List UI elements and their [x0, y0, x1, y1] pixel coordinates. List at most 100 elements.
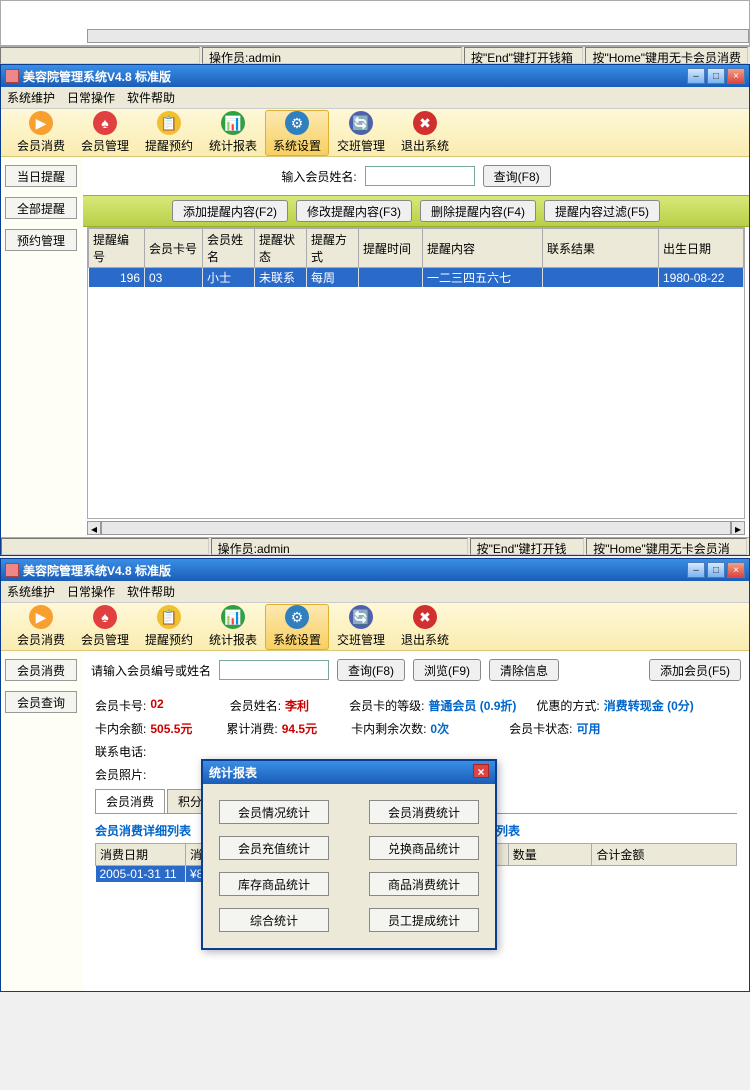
toolbar: ▶会员消费 ♠会员管理 📋提醒预约 📊统计报表 ⚙系统设置 🔄交班管理 ✖退出系… [1, 109, 749, 157]
remind-table[interactable]: 提醒编号 会员卡号 会员姓名 提醒状态 提醒方式 提醒时间 提醒内容 联系结果 … [87, 227, 745, 519]
menu-daily[interactable]: 日常操作 [67, 583, 115, 600]
close-button[interactable]: × [727, 562, 745, 578]
menu-system[interactable]: 系统维护 [7, 583, 55, 600]
tool-shift[interactable]: 🔄交班管理 [329, 110, 393, 156]
query-button[interactable]: 查询(F8) [483, 165, 551, 187]
side-today-remind[interactable]: 当日提醒 [5, 165, 77, 187]
action-bar: 添加提醒内容(F2) 修改提醒内容(F3) 删除提醒内容(F4) 提醒内容过滤(… [83, 195, 749, 227]
col-name[interactable]: 会员姓名 [203, 229, 255, 268]
hscroll-track[interactable] [101, 521, 731, 535]
status-bar-top: 操作员:admin 按"End"键打开钱箱 按"Home"键用无卡会员消费 [0, 46, 750, 64]
report-general[interactable]: 综合统计 [219, 908, 329, 932]
report-inventory[interactable]: 库存商品统计 [219, 872, 329, 896]
minimize-button[interactable]: – [687, 68, 705, 84]
status-bar-1: 操作员:admin 按"End"键打开钱箱 按"Home"键用无卡会员消费 [1, 537, 749, 555]
tool-member-consume[interactable]: ▶会员消费 [9, 604, 73, 650]
col-content[interactable]: 提醒内容 [423, 229, 543, 268]
report-member-consume[interactable]: 会员消费统计 [369, 800, 479, 824]
hscroll-left[interactable]: ◂ [87, 521, 101, 535]
note-icon: 📋 [157, 605, 181, 629]
top-partial-strip [0, 0, 750, 46]
report-member-status[interactable]: 会员情况统计 [219, 800, 329, 824]
tab-consume[interactable]: 会员消费 [95, 789, 165, 813]
col-remind-id[interactable]: 提醒编号 [89, 229, 145, 268]
chart-icon: 📊 [221, 111, 245, 135]
tool-report[interactable]: 📊统计报表 [201, 110, 265, 156]
tool-exit[interactable]: ✖退出系统 [393, 604, 457, 650]
tool-member-manage[interactable]: ♠会员管理 [73, 110, 137, 156]
window-member: 美容院管理系统V4.8 标准版 – □ × 系统维护 日常操作 软件帮助 ▶会员… [0, 558, 750, 992]
col-method[interactable]: 提醒方式 [307, 229, 359, 268]
clear-button[interactable]: 清除信息 [489, 659, 559, 681]
menu-daily[interactable]: 日常操作 [67, 89, 115, 106]
tool-member-consume[interactable]: ▶会员消费 [9, 110, 73, 156]
tool-settings[interactable]: ⚙系统设置 [265, 604, 329, 650]
delete-remind-button[interactable]: 删除提醒内容(F4) [420, 200, 536, 222]
chart-icon: 📊 [221, 605, 245, 629]
maximize-button[interactable]: □ [707, 562, 725, 578]
member-id-input[interactable] [219, 660, 329, 680]
edit-remind-button[interactable]: 修改提醒内容(F3) [296, 200, 412, 222]
photo-label: 会员照片: [95, 766, 146, 783]
side-member-query[interactable]: 会员查询 [5, 691, 77, 713]
table-row[interactable]: 196 03 小士 未联系 每周 一二三四五六七 1980-08-22 [89, 268, 744, 288]
add-remind-button[interactable]: 添加提醒内容(F2) [172, 200, 288, 222]
sidebar: 当日提醒 全部提醒 预约管理 [1, 157, 83, 537]
side-member-consume[interactable]: 会员消费 [5, 659, 77, 681]
search-label: 输入会员姓名: [281, 168, 356, 185]
col-result[interactable]: 联系结果 [543, 229, 659, 268]
titlebar[interactable]: 美容院管理系统V4.8 标准版 – □ × [1, 65, 749, 87]
dialog-close-button[interactable]: × [473, 764, 489, 778]
query-button[interactable]: 查询(F8) [337, 659, 405, 681]
maximize-button[interactable]: □ [707, 68, 725, 84]
col-card-no[interactable]: 会员卡号 [145, 229, 203, 268]
close-icon: ✖ [413, 111, 437, 135]
menubar: 系统维护 日常操作 软件帮助 [1, 87, 749, 109]
menu-system[interactable]: 系统维护 [7, 89, 55, 106]
report-goods-consume[interactable]: 商品消费统计 [369, 872, 479, 896]
hscroll-right[interactable]: ▸ [731, 521, 745, 535]
menu-help[interactable]: 软件帮助 [127, 89, 175, 106]
report-staff-commission[interactable]: 员工提成统计 [369, 908, 479, 932]
report-exchange-goods[interactable]: 兑换商品统计 [369, 836, 479, 860]
side-all-remind[interactable]: 全部提醒 [5, 197, 77, 219]
col-date[interactable]: 消费日期 [96, 844, 186, 866]
add-member-button[interactable]: 添加会员(F5) [649, 659, 741, 681]
report-member-recharge[interactable]: 会员充值统计 [219, 836, 329, 860]
report-dialog: 统计报表 × 会员情况统计 会员充值统计 库存商品统计 综合统计 会员消费统计 … [201, 759, 497, 950]
scroll-track[interactable] [87, 29, 749, 43]
col-status[interactable]: 提醒状态 [255, 229, 307, 268]
tool-reminder[interactable]: 📋提醒预约 [137, 604, 201, 650]
tool-shift[interactable]: 🔄交班管理 [329, 604, 393, 650]
col-total[interactable]: 合计金额 [592, 844, 737, 866]
dialog-titlebar[interactable]: 统计报表 × [203, 761, 495, 784]
window-reminder: 美容院管理系统V4.8 标准版 – □ × 系统维护 日常操作 软件帮助 ▶会员… [0, 64, 750, 556]
side-appointment[interactable]: 预约管理 [5, 229, 77, 251]
titlebar-2[interactable]: 美容院管理系统V4.8 标准版 – □ × [1, 559, 749, 581]
phone-label: 联系电话: [95, 743, 146, 760]
member-search-label: 请输入会员编号或姓名 [91, 662, 211, 679]
col-time[interactable]: 提醒时间 [359, 229, 423, 268]
tool-settings[interactable]: ⚙系统设置 [265, 110, 329, 156]
tool-member-manage[interactable]: ♠会员管理 [73, 604, 137, 650]
filter-remind-button[interactable]: 提醒内容过滤(F5) [544, 200, 660, 222]
col-qty[interactable]: 数量 [508, 844, 592, 866]
dialog-title: 统计报表 [209, 764, 257, 781]
swap-icon: 🔄 [349, 111, 373, 135]
menu-help[interactable]: 软件帮助 [127, 583, 175, 600]
member-name-input[interactable] [365, 166, 475, 186]
level-value: 普通会员 (0.9折) [428, 697, 516, 714]
person-icon: ♠ [93, 111, 117, 135]
tool-reminder[interactable]: 📋提醒预约 [137, 110, 201, 156]
tool-exit[interactable]: ✖退出系统 [393, 110, 457, 156]
window-title-2: 美容院管理系统V4.8 标准版 [23, 562, 687, 579]
close-icon: ✖ [413, 605, 437, 629]
swap-icon: 🔄 [349, 605, 373, 629]
window-title: 美容院管理系统V4.8 标准版 [23, 68, 687, 85]
toolbar-2: ▶会员消费 ♠会员管理 📋提醒预约 📊统计报表 ⚙系统设置 🔄交班管理 ✖退出系… [1, 603, 749, 651]
browse-button[interactable]: 浏览(F9) [413, 659, 481, 681]
close-button[interactable]: × [727, 68, 745, 84]
minimize-button[interactable]: – [687, 562, 705, 578]
col-birth[interactable]: 出生日期 [659, 229, 744, 268]
tool-report[interactable]: 📊统计报表 [201, 604, 265, 650]
